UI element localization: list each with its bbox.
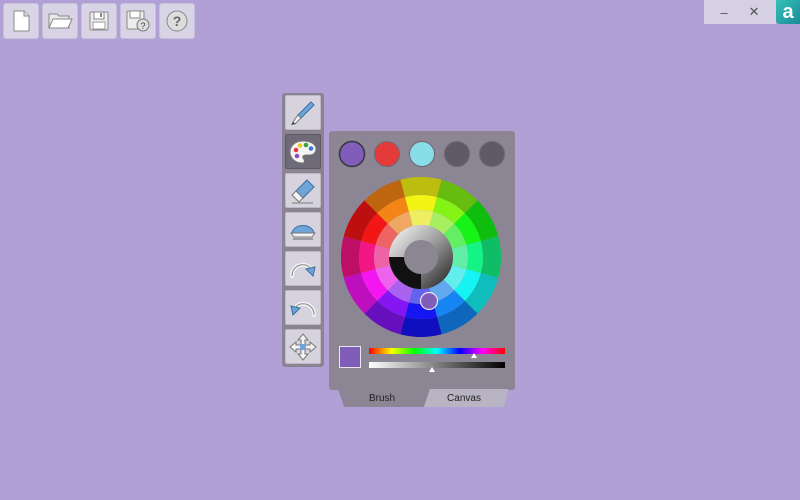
redo-icon xyxy=(290,262,316,278)
close-button[interactable]: ✕ xyxy=(749,4,760,20)
color-wheel-segment[interactable] xyxy=(400,177,442,198)
color-palette-tool[interactable] xyxy=(285,134,321,169)
color-swatch[interactable] xyxy=(409,141,435,167)
hue-slider-thumb[interactable] xyxy=(470,353,477,358)
fill-tool[interactable] xyxy=(285,212,321,247)
hue-slider[interactable] xyxy=(369,348,505,354)
current-color-swatch[interactable] xyxy=(339,346,361,368)
save-as-icon: ? xyxy=(126,10,150,32)
brightness-slider[interactable] xyxy=(369,362,505,368)
color-wheel-segment[interactable] xyxy=(408,210,434,227)
brush-icon xyxy=(291,100,315,125)
color-wheel-segment[interactable] xyxy=(374,244,391,270)
wheel-center xyxy=(404,240,438,274)
color-swatch[interactable] xyxy=(338,140,366,168)
brush-tool[interactable] xyxy=(285,95,321,130)
color-wheel-segment[interactable] xyxy=(480,236,501,278)
tab-canvas[interactable]: Canvas xyxy=(426,390,502,407)
undo-icon xyxy=(290,301,316,317)
color-wheel-segment[interactable] xyxy=(404,195,438,212)
move-arrows-icon xyxy=(289,332,317,361)
help-button[interactable]: ? xyxy=(159,3,195,39)
move-tool[interactable] xyxy=(285,329,321,364)
save-as-glyph: ? xyxy=(140,21,145,31)
color-wheel-segment[interactable] xyxy=(451,244,468,270)
color-picker-marker[interactable] xyxy=(419,291,439,311)
help-glyph: ? xyxy=(173,13,182,29)
brightness-slider-thumb[interactable] xyxy=(428,367,435,372)
redo-tool[interactable] xyxy=(285,251,321,286)
open-folder-button[interactable] xyxy=(42,3,78,39)
color-wheel-segment[interactable] xyxy=(341,236,362,278)
undo-tool[interactable] xyxy=(285,290,321,325)
fill-bucket-icon xyxy=(290,224,316,240)
color-swatch[interactable] xyxy=(479,141,505,167)
color-wheel-segment[interactable] xyxy=(400,316,442,337)
new-file-icon xyxy=(13,10,30,32)
minimize-button[interactable]: – xyxy=(720,5,727,20)
floppy-disk-icon xyxy=(89,11,109,31)
new-file-button[interactable] xyxy=(3,3,39,39)
color-swatch[interactable] xyxy=(374,141,400,167)
color-wheel[interactable] xyxy=(341,177,501,337)
toolbox xyxy=(282,93,324,367)
save-as-button[interactable]: ? xyxy=(120,3,156,39)
color-wheel-segment[interactable] xyxy=(466,240,483,274)
help-icon: ? xyxy=(166,10,188,32)
palette-icon xyxy=(289,139,317,164)
eraser-icon xyxy=(291,178,315,204)
color-swatch[interactable] xyxy=(444,141,470,167)
tab-brush[interactable]: Brush xyxy=(342,390,422,407)
color-swatches xyxy=(338,140,505,168)
window-controls: – ✕ xyxy=(704,0,776,24)
eraser-tool[interactable] xyxy=(285,173,321,208)
save-button[interactable] xyxy=(81,3,117,39)
folder-open-icon xyxy=(48,13,73,29)
color-wheel-segment[interactable] xyxy=(359,240,376,274)
app-logo: a xyxy=(776,0,800,24)
